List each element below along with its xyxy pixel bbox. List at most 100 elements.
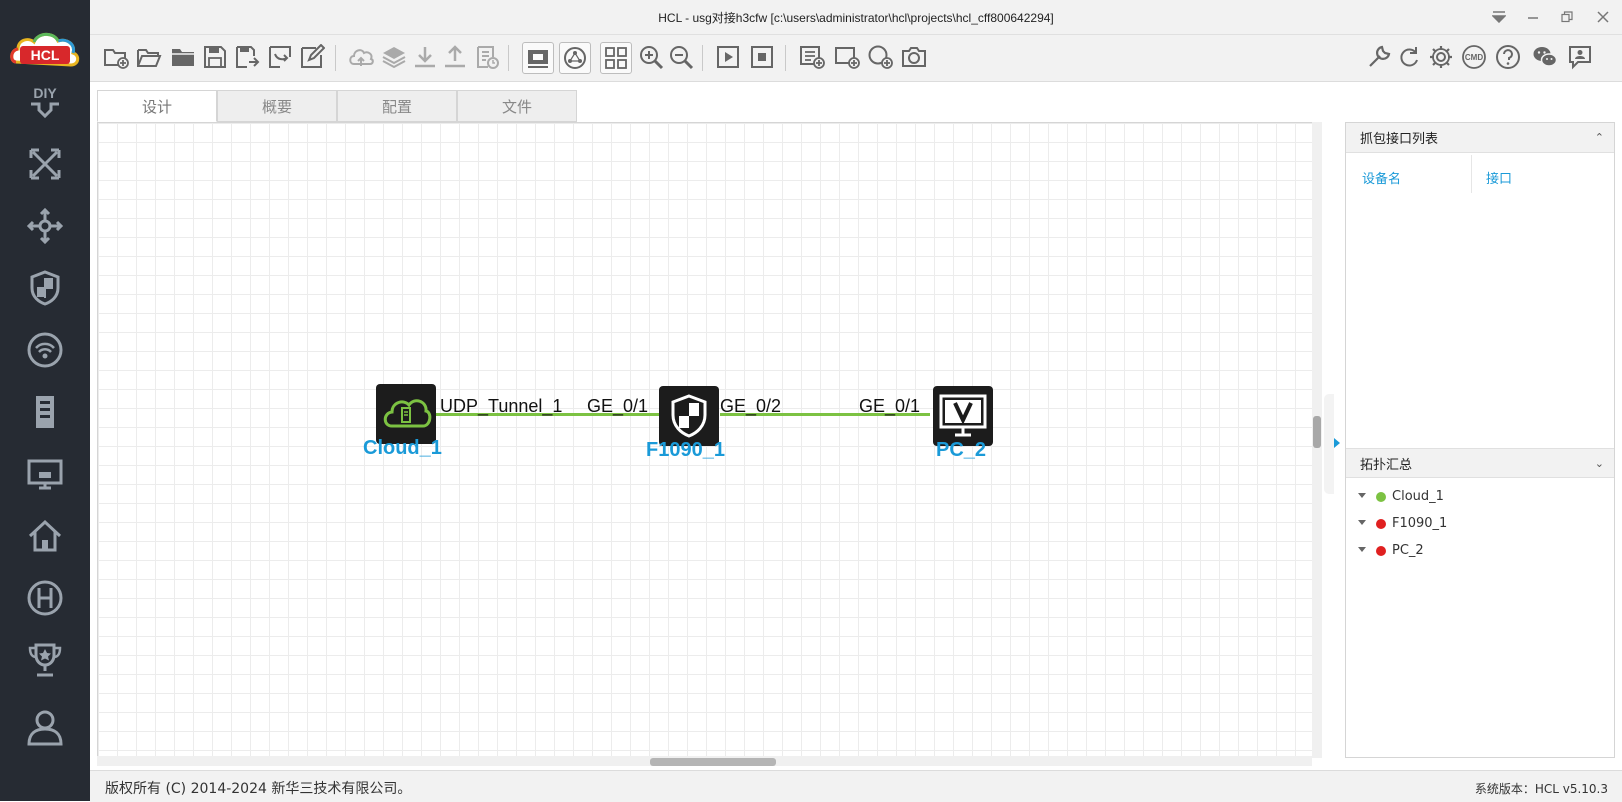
edit-icon[interactable] bbox=[297, 42, 327, 72]
open-project-icon[interactable] bbox=[134, 42, 164, 72]
column-interface[interactable]: 接口 bbox=[1486, 168, 1512, 187]
tree-item-pc[interactable]: PC_2 bbox=[1346, 539, 1614, 565]
wechat-icon[interactable] bbox=[1530, 42, 1560, 72]
settings-icon[interactable] bbox=[1426, 42, 1456, 72]
tree-item-firewall[interactable]: F1090_1 bbox=[1346, 512, 1614, 538]
new-project-icon[interactable] bbox=[101, 42, 131, 72]
toolbar-separator bbox=[335, 45, 336, 71]
device-name-cloud[interactable]: Cloud_1 bbox=[363, 437, 442, 460]
chevron-down-icon[interactable] bbox=[1358, 547, 1366, 552]
save-icon[interactable] bbox=[200, 42, 230, 72]
toolbar-separator bbox=[508, 45, 509, 71]
version-text: 系统版本：HCL v5.10.3 bbox=[1474, 782, 1608, 796]
feedback-icon[interactable] bbox=[1565, 42, 1595, 72]
port-label-udp-tunnel: UDP_Tunnel_1 bbox=[440, 396, 563, 416]
status-dot-red bbox=[1376, 546, 1386, 556]
tab-config[interactable]: 配置 bbox=[337, 90, 457, 122]
log-icon[interactable] bbox=[472, 42, 502, 72]
svg-text:HCL: HCL bbox=[31, 47, 60, 63]
vertical-scroll-thumb[interactable] bbox=[1313, 416, 1321, 448]
toolbar-separator bbox=[785, 45, 786, 71]
topology-canvas[interactable]: Cloud_1 F1090_1 PC_2 UDP_Tunnel_1 GE_0/1… bbox=[97, 122, 1322, 758]
terminal-icon[interactable] bbox=[21, 452, 69, 496]
home-icon[interactable] bbox=[21, 514, 69, 558]
zoom-in-icon[interactable] bbox=[636, 42, 666, 72]
tab-design[interactable]: 设计 bbox=[97, 90, 217, 122]
cloud-upload-icon[interactable] bbox=[346, 42, 376, 72]
tools-icon[interactable] bbox=[1364, 42, 1394, 72]
diy-icon[interactable]: DIY bbox=[21, 80, 69, 124]
right-panel: 抓包接口列表 ⌃ 设备名 接口 拓扑汇总 ⌄ Cloud_1 F1090_1 P… bbox=[1345, 122, 1615, 758]
capture-panel-header[interactable]: 抓包接口列表 ⌃ bbox=[1346, 123, 1614, 153]
save-as-icon[interactable] bbox=[232, 42, 262, 72]
add-ellipse-icon[interactable] bbox=[865, 42, 895, 72]
copyright-text: 版权所有 (C) 2014-2024 新华三技术有限公司。 bbox=[105, 781, 412, 797]
user-icon[interactable] bbox=[21, 705, 69, 749]
server-icon[interactable] bbox=[21, 390, 69, 434]
show-interface-icon[interactable] bbox=[522, 42, 554, 74]
firewall-icon[interactable] bbox=[21, 266, 69, 310]
firewall-device-icon bbox=[671, 394, 707, 438]
title-bar: HCL - usg对接h3cfw [c:\users\administrator… bbox=[90, 0, 1622, 35]
capture-panel-title: 抓包接口列表 bbox=[1360, 132, 1439, 147]
tree-item-label: F1090_1 bbox=[1392, 516, 1448, 531]
pc-device-icon bbox=[939, 394, 987, 437]
summary-panel-title: 拓扑汇总 bbox=[1360, 457, 1413, 473]
cmd-icon[interactable]: CMD bbox=[1459, 42, 1489, 72]
toolbar-separator bbox=[702, 45, 703, 71]
zoom-out-icon[interactable] bbox=[666, 42, 696, 72]
help-icon[interactable] bbox=[1493, 42, 1523, 72]
port-label-ge01-fw: GE_0/1 bbox=[587, 396, 649, 416]
collapse-up-icon[interactable]: ⌃ bbox=[1595, 131, 1604, 144]
open-folder-icon[interactable] bbox=[168, 42, 198, 72]
collapse-down-icon[interactable]: ⌄ bbox=[1595, 457, 1604, 470]
router-icon[interactable] bbox=[21, 142, 69, 186]
port-label-ge01-pc: GE_0/1 bbox=[859, 396, 921, 416]
wireless-icon[interactable] bbox=[21, 328, 69, 372]
sidebar: HCL DIY bbox=[0, 0, 90, 801]
tab-files[interactable]: 文件 bbox=[457, 90, 577, 122]
refresh-icon[interactable] bbox=[1394, 42, 1424, 72]
cloud-device-icon bbox=[383, 399, 432, 428]
status-dot-green bbox=[1376, 492, 1386, 502]
device-name-firewall[interactable]: F1090_1 bbox=[646, 439, 725, 462]
horizontal-scroll-thumb[interactable] bbox=[650, 758, 776, 766]
status-dot-red bbox=[1376, 519, 1386, 529]
upload-icon[interactable] bbox=[440, 42, 470, 72]
add-text-icon[interactable] bbox=[797, 42, 827, 72]
h3c-icon[interactable] bbox=[21, 576, 69, 620]
layers-icon[interactable] bbox=[379, 42, 409, 72]
grid-view-icon[interactable] bbox=[600, 42, 632, 74]
device-name-pc[interactable]: PC_2 bbox=[936, 439, 986, 462]
panel-collapse-handle[interactable] bbox=[1324, 394, 1334, 494]
switch-icon[interactable] bbox=[21, 204, 69, 248]
summary-panel-header[interactable]: 拓扑汇总 ⌄ bbox=[1346, 448, 1614, 478]
minimize-icon[interactable] bbox=[1522, 6, 1544, 28]
device-firewall[interactable] bbox=[659, 386, 719, 446]
stop-all-icon[interactable] bbox=[747, 42, 777, 72]
column-device-name[interactable]: 设备名 bbox=[1362, 168, 1401, 187]
close-icon[interactable] bbox=[1592, 6, 1614, 28]
svg-text:DIY: DIY bbox=[33, 85, 57, 101]
column-divider bbox=[1471, 155, 1472, 193]
add-rectangle-icon[interactable] bbox=[832, 42, 862, 72]
tree-item-cloud[interactable]: Cloud_1 bbox=[1346, 485, 1614, 511]
trophy-icon[interactable] bbox=[21, 638, 69, 682]
tree-item-label: Cloud_1 bbox=[1392, 489, 1444, 504]
restore-icon[interactable] bbox=[1556, 6, 1578, 28]
menu-dropdown-icon[interactable] bbox=[1488, 6, 1510, 28]
screenshot-icon[interactable] bbox=[899, 42, 929, 72]
status-bar: 版权所有 (C) 2014-2024 新华三技术有限公司。 系统版本：HCL v… bbox=[90, 770, 1622, 802]
expand-arrow-icon[interactable] bbox=[1334, 438, 1340, 448]
download-icon[interactable] bbox=[410, 42, 440, 72]
tab-overview[interactable]: 概要 bbox=[217, 90, 337, 122]
port-label-ge02-fw: GE_0/2 bbox=[720, 396, 782, 416]
chevron-down-icon[interactable] bbox=[1358, 493, 1366, 498]
topology-view-icon[interactable] bbox=[559, 42, 591, 74]
start-all-icon[interactable] bbox=[713, 42, 743, 72]
device-pc[interactable] bbox=[933, 386, 993, 446]
toolbar: CMD bbox=[90, 35, 1622, 82]
device-cloud[interactable] bbox=[376, 384, 436, 444]
chevron-down-icon[interactable] bbox=[1358, 520, 1366, 525]
export-icon[interactable] bbox=[265, 42, 295, 72]
